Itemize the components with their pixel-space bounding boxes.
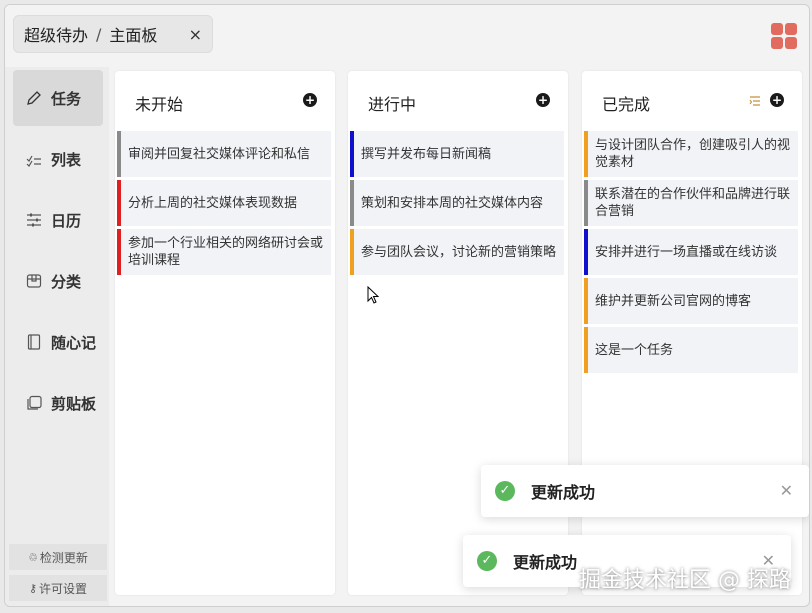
sidebar-item-clipboard[interactable]: 剪贴板 [13,375,103,431]
task-card[interactable]: 安排并进行一场直播或在线访谈 [584,229,798,275]
pencil-icon [25,89,43,107]
sliders-icon [25,211,43,229]
app-window: 超级待办 / 主面板 × 任务 列表 日历 分类 随心记 剪贴板 ♲ 检测更新 … [4,4,810,607]
task-card[interactable]: 维护并更新公司官网的博客 [584,278,798,324]
add-task-icon[interactable]: + [770,93,784,107]
column-header: 进行中 + [348,71,568,129]
top-bar: 超级待办 / 主面板 × [5,5,809,67]
license-label: 许可设置 [39,581,88,596]
sidebar-item-label: 随心记 [51,333,97,352]
task-card[interactable]: 分析上周的社交媒体表现数据 [117,180,331,226]
mouse-cursor-icon [367,286,380,304]
task-text: 撰写并发布每日新闻稿 [361,146,492,162]
check-circle-icon: ✓ [477,551,497,571]
breadcrumb-separator: / [96,24,102,44]
task-card[interactable]: 与设计团队合作，创建吸引人的视觉素材 [584,131,798,177]
bell-icon: ♲ [28,550,38,564]
close-toast-icon[interactable]: ✕ [780,481,793,500]
sidebar-item-label: 任务 [51,89,82,108]
column-title: 未开始 [135,95,184,114]
app-name: 超级待办 [24,26,89,45]
task-text: 维护并更新公司官网的博客 [595,293,752,309]
sidebar-item-category[interactable]: 分类 [13,253,103,309]
checklist-icon [25,150,43,168]
column-header: 已完成 + [582,71,802,129]
task-text: 参与团队会议，讨论新的营销策略 [361,244,557,260]
key-icon: ⚷ [28,581,38,595]
box-icon [25,272,43,290]
sidebar-item-label: 日历 [51,211,82,230]
grid-icon[interactable] [771,23,797,49]
close-tab-icon[interactable]: × [189,25,202,44]
task-card[interactable]: 联系潜在的合作伙伴和品牌进行联合营销 [584,180,798,226]
task-text: 策划和安排本周的社交媒体内容 [361,195,544,211]
tab-main-board[interactable]: 超级待办 / 主面板 × [13,15,213,53]
notebook-icon [25,333,43,351]
check-update-button[interactable]: ♲ 检测更新 [9,544,107,570]
task-card[interactable]: 策划和安排本周的社交媒体内容 [350,180,564,226]
task-text: 安排并进行一场直播或在线访谈 [595,244,778,260]
clipboard-icon [25,394,43,412]
add-task-icon[interactable]: + [303,93,317,107]
sidebar-item-list[interactable]: 列表 [13,131,103,187]
toast-message: 更新成功 [531,483,596,502]
task-text: 审阅并回复社交媒体评论和私信 [128,146,311,162]
sidebar-item-notes[interactable]: 随心记 [13,314,103,370]
task-card[interactable]: 这是一个任务 [584,327,798,373]
license-settings-button[interactable]: ⚷ 许可设置 [9,575,107,601]
add-task-icon[interactable]: + [536,93,550,107]
task-card[interactable]: 撰写并发布每日新闻稿 [350,131,564,177]
task-text: 联系潜在的合作伙伴和品牌进行联合营销 [595,187,791,219]
column-title: 进行中 [368,95,417,114]
sidebar-item-tasks[interactable]: 任务 [13,70,103,126]
task-card[interactable]: 审阅并回复社交媒体评论和私信 [117,131,331,177]
toast-message: 更新成功 [513,553,578,572]
task-text: 这是一个任务 [595,342,674,358]
sidebar-item-calendar[interactable]: 日历 [13,192,103,248]
task-card[interactable]: 参与团队会议，讨论新的营销策略 [350,229,564,275]
task-text: 分析上周的社交媒体表现数据 [128,195,298,211]
task-text: 与设计团队合作，创建吸引人的视觉素材 [595,138,791,170]
column-header: 未开始 + [115,71,335,129]
check-update-label: 检测更新 [39,550,88,565]
column-not-started: 未开始 + 审阅并回复社交媒体评论和私信 分析上周的社交媒体表现数据 参加一个行… [115,71,335,595]
success-toast: ✓ 更新成功 ✕ [481,465,809,517]
sidebar-item-label: 剪贴板 [51,394,97,413]
watermark: 掘金技术社区 @ 探路 [579,568,791,593]
check-circle-icon: ✓ [495,481,515,501]
page-name: 主面板 [109,26,158,45]
column-title: 已完成 [602,95,651,114]
task-card[interactable]: 参加一个行业相关的网络研讨会或培训课程 [117,229,331,275]
sidebar-item-label: 列表 [51,150,82,169]
sidebar-item-label: 分类 [51,272,82,291]
sort-icon[interactable] [748,93,762,107]
task-text: 参加一个行业相关的网络研讨会或培训课程 [128,236,324,268]
sidebar: 任务 列表 日历 分类 随心记 剪贴板 ♲ 检测更新 ⚷ 许可设置 [5,67,109,606]
